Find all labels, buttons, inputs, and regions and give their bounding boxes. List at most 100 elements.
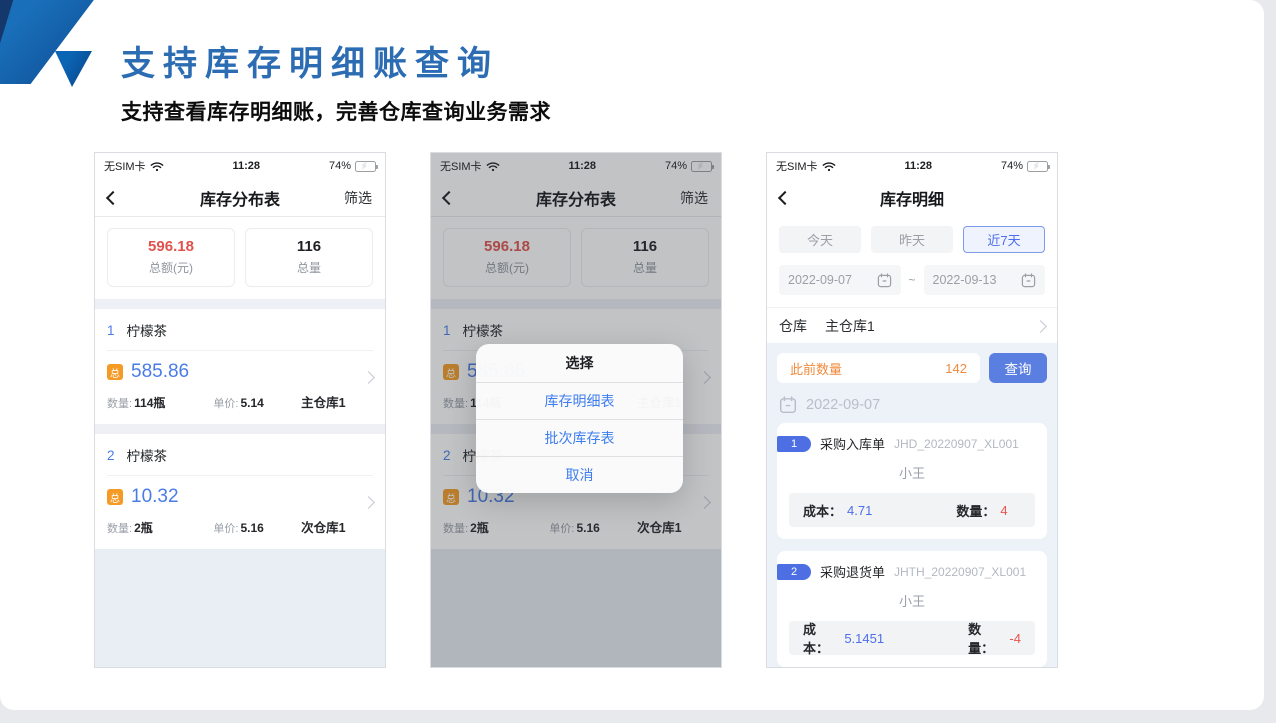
action-sheet: 选择 库存明细表 批次库存表 取消: [476, 344, 683, 493]
empty-area: [95, 549, 385, 667]
item-index: 1: [107, 323, 115, 338]
item-amount: 10.32: [131, 486, 179, 508]
calendar-icon: [1021, 273, 1036, 288]
filter-button[interactable]: 筛选: [344, 188, 372, 208]
price-label: 单价:: [213, 523, 238, 535]
chip-last7days[interactable]: 近7天: [963, 226, 1045, 253]
total-badge-icon: 总: [107, 364, 123, 380]
date-filter-chips: 今天 昨天 近7天: [767, 216, 1057, 264]
battery-charging-icon: ⚡: [355, 161, 376, 172]
option-batch-inventory[interactable]: 批次库存表: [476, 419, 683, 456]
entry-person: 小王: [789, 581, 1035, 621]
total-amount-label: 总额(元): [108, 259, 234, 276]
summary-cards: 596.18 总额(元) 116 总量: [95, 217, 385, 299]
date-group-header: 2022-09-07: [777, 383, 1047, 423]
qty-value: -4: [1009, 631, 1021, 646]
calendar-icon: [877, 273, 892, 288]
section-gap: [95, 299, 385, 309]
battery-percent-label: 74%: [329, 160, 351, 172]
previous-qty-bar: 此前数量 142: [777, 353, 980, 383]
phone-distribution: 无SIM卡 11:28 74% ⚡ 库存分布表 筛选 596.18 总额(元) …: [94, 152, 386, 668]
end-date-field[interactable]: 2022-09-13: [924, 265, 1046, 295]
cost-value: 4.71: [847, 503, 872, 518]
range-separator: ~: [909, 273, 916, 287]
previous-qty-label: 此前数量: [790, 359, 842, 378]
carrier-label: 无SIM卡: [776, 158, 818, 174]
entry-card[interactable]: 2 采购退货单 JHTH_20220907_XL001 小王 成本： 5.145…: [777, 551, 1047, 667]
cost-value: 5.1451: [844, 631, 884, 646]
chip-yesterday[interactable]: 昨天: [871, 226, 953, 253]
warehouse-value: 主仓库1: [301, 392, 345, 411]
cost-label: 成本：: [803, 619, 839, 657]
total-amount-value: 596.18: [108, 238, 234, 255]
group-date-label: 2022-09-07: [806, 397, 880, 413]
entry-type: 采购退货单: [820, 562, 885, 581]
item-index: 2: [107, 448, 115, 463]
nav-bar: 库存分布表 筛选: [95, 179, 385, 216]
wifi-icon: [822, 161, 836, 172]
phone-inventory-detail: 无SIM卡 11:28 74% ⚡ 库存明细 今天 昨天 近7天 2022-09…: [766, 152, 1058, 668]
entry-cost-bar: 成本： 4.71 数量： 4: [789, 493, 1035, 527]
nav-title: 库存分布表: [95, 186, 385, 210]
phone-screenshots-row: 无SIM卡 11:28 74% ⚡ 库存分布表 筛选 596.18 总额(元) …: [94, 152, 1058, 668]
start-date-value: 2022-09-07: [788, 273, 852, 287]
total-qty-label: 总量: [246, 259, 372, 276]
entry-card[interactable]: 1 采购入库单 JHD_20220907_XL001 小王 成本： 4.71 数…: [777, 423, 1047, 539]
query-button[interactable]: 查询: [989, 353, 1047, 383]
qty-value: 114瓶: [134, 396, 165, 410]
price-value: 5.16: [240, 521, 263, 535]
nav-title: 库存明细: [767, 186, 1057, 210]
entry-cost-bar: 成本： 5.1451 数量： -4: [789, 621, 1035, 655]
total-amount-card: 596.18 总额(元): [107, 228, 235, 287]
total-qty-value: 116: [246, 238, 372, 255]
qty-label: 数量:: [107, 398, 132, 410]
warehouse-value: 主仓库1: [825, 316, 875, 336]
price-value: 5.14: [240, 396, 263, 410]
section-gap: [95, 424, 385, 434]
qty-label: 数量：: [968, 619, 1004, 657]
cost-label: 成本：: [803, 501, 842, 520]
list-item[interactable]: 1 柠檬茶 总 585.86 数量:114瓶 单价:5.14 主仓库1: [95, 309, 385, 424]
phone-distribution-modal: 无SIM卡 11:28 74% ⚡ 库存分布表 筛选 596.18 总额(元) …: [430, 152, 722, 668]
start-date-field[interactable]: 2022-09-07: [779, 265, 901, 295]
wifi-icon: [150, 161, 164, 172]
price-label: 单价:: [213, 398, 238, 410]
total-qty-card: 116 总量: [245, 228, 373, 287]
end-date-value: 2022-09-13: [933, 273, 997, 287]
qty-label: 数量：: [956, 501, 995, 520]
list-item[interactable]: 2 柠檬茶 总 10.32 数量:2瓶 单价:5.16 次仓库1: [95, 434, 385, 549]
item-name: 柠檬茶: [127, 320, 168, 340]
entry-number-badge: 1: [777, 436, 811, 452]
action-sheet-title: 选择: [476, 344, 683, 382]
total-badge-icon: 总: [107, 489, 123, 505]
qty-label: 数量:: [107, 523, 132, 535]
battery-charging-icon: ⚡: [1027, 161, 1048, 172]
detail-list-area: 此前数量 142 查询 2022-09-07 1 采购入库单 JHD_20220…: [767, 343, 1057, 667]
status-bar: 无SIM卡 11:28 74% ⚡: [767, 153, 1057, 179]
entry-number-badge: 2: [777, 564, 811, 580]
option-inventory-detail[interactable]: 库存明细表: [476, 382, 683, 419]
chevron-right-icon: [1034, 320, 1047, 333]
qty-value: 2瓶: [134, 521, 153, 535]
status-bar: 无SIM卡 11:28 74% ⚡: [95, 153, 385, 179]
warehouse-label: 仓库: [779, 316, 807, 336]
clock-label: 11:28: [233, 160, 261, 172]
chip-today[interactable]: 今天: [779, 226, 861, 253]
cancel-button[interactable]: 取消: [476, 456, 683, 493]
warehouse-selector-row[interactable]: 仓库 主仓库1: [767, 307, 1057, 343]
item-name: 柠檬茶: [127, 445, 168, 465]
clock-label: 11:28: [905, 160, 933, 172]
page-title: 支持库存明细账查询: [121, 36, 499, 85]
previous-qty-value: 142: [945, 361, 967, 376]
calendar-icon: [779, 396, 797, 414]
entry-type: 采购入库单: [820, 434, 885, 453]
battery-percent-label: 74%: [1001, 160, 1023, 172]
qty-value: 4: [1000, 503, 1007, 518]
warehouse-value: 次仓库1: [301, 517, 345, 536]
item-amount: 585.86: [131, 361, 189, 383]
carrier-label: 无SIM卡: [104, 158, 146, 174]
nav-bar: 库存明细: [767, 179, 1057, 216]
date-range-row: 2022-09-07 ~ 2022-09-13: [767, 264, 1057, 307]
entry-code: JHTH_20220907_XL001: [894, 565, 1026, 579]
entry-person: 小王: [789, 453, 1035, 493]
